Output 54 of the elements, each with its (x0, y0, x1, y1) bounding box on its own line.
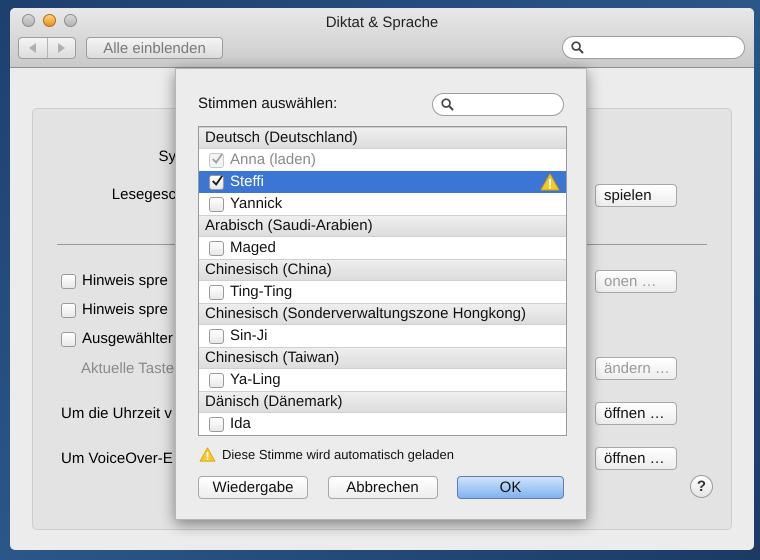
warning-icon (199, 447, 216, 462)
voice-row[interactable]: Steffi (199, 171, 566, 193)
help-button[interactable]: ? (690, 475, 713, 498)
download-note: Diese Stimme wird automatisch geladen (222, 446, 454, 464)
language-header: Chinesisch (China) (199, 259, 566, 281)
checkbox[interactable] (209, 372, 224, 388)
checkbox[interactable] (209, 196, 224, 212)
voice-search-field[interactable] (432, 93, 564, 116)
voice-name: Anna (laden) (230, 150, 317, 170)
checkbox-label: Ausgewählter (82, 329, 173, 350)
voice-name: Ya-Ling (230, 370, 282, 390)
zoom-icon[interactable] (64, 14, 77, 26)
language-header: Chinesisch (Taiwan) (199, 347, 566, 369)
instruction-text: Um VoiceOver-E (61, 450, 173, 466)
dialog-button[interactable]: OK (457, 476, 564, 498)
back-forward-control[interactable] (18, 36, 76, 58)
search-field[interactable] (562, 36, 745, 59)
checkbox[interactable] (61, 332, 76, 347)
checkbox[interactable] (61, 274, 76, 289)
window-title: Diktat & Sprache (326, 13, 438, 33)
checkbox[interactable] (209, 416, 224, 432)
voice-name: Yannick (230, 194, 284, 214)
close-icon[interactable] (22, 14, 35, 26)
push-button[interactable]: öffnen … (595, 447, 677, 470)
back-icon[interactable] (28, 42, 37, 52)
sheet-title: Stimmen auswählen: (198, 94, 338, 114)
minimize-icon[interactable] (43, 14, 56, 26)
checkbox[interactable] (209, 174, 224, 190)
voice-name: Ting-Ting (230, 282, 294, 302)
checkbox-label: Hinweis spre (82, 271, 168, 292)
checkbox[interactable] (209, 240, 224, 256)
forward-icon[interactable] (57, 42, 66, 52)
language-header: Deutsch (Deutschland) (199, 127, 566, 149)
checkbox-label: Hinweis spre (82, 300, 168, 320)
language-header: Chinesisch (Sonderverwaltungszone Hongkong) (199, 303, 566, 325)
dialog-button[interactable]: Abbrechen (328, 476, 438, 498)
field-label: Lesegesc (112, 185, 176, 206)
voice-name: Sin-Ji (230, 326, 269, 346)
search-icon (441, 98, 454, 111)
shortcut-label: Aktuelle Taste (81, 360, 174, 376)
push-button[interactable]: spielen (595, 184, 677, 207)
search-icon (571, 41, 584, 54)
voice-name: Maged (230, 238, 277, 258)
dialog-button[interactable]: Wiedergabe (198, 476, 308, 498)
language-header: Dänisch (Dänemark) (199, 391, 566, 413)
voice-name: Steffi (230, 172, 265, 192)
language-header: Arabisch (Saudi-Arabien) (199, 215, 566, 237)
checkbox[interactable] (209, 328, 224, 344)
voice-name: Ida (230, 414, 252, 434)
field-label: Sy (158, 147, 176, 168)
instruction-text: Um die Uhrzeit v (61, 404, 172, 422)
checkbox[interactable] (61, 303, 76, 318)
push-button[interactable]: öffnen … (595, 402, 677, 425)
checkbox[interactable] (209, 284, 224, 300)
